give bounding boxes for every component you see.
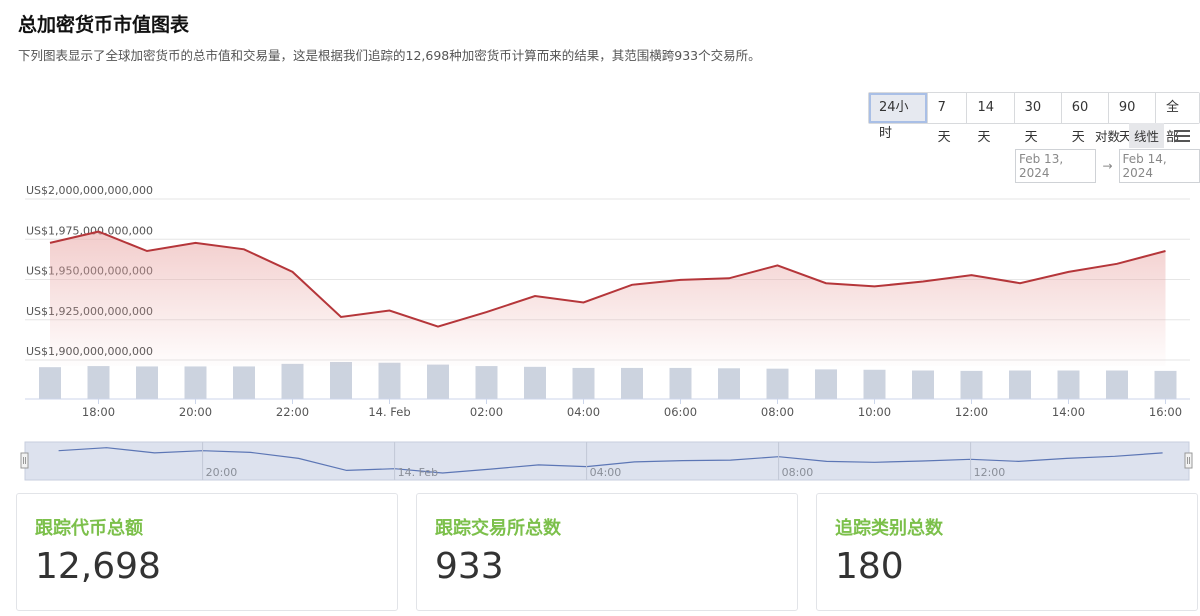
volume-bar xyxy=(475,366,498,399)
volume-bar xyxy=(669,367,692,399)
stat-card-tokens: 跟踪代币总额 12,698 xyxy=(16,493,398,611)
x-tick-label: 18:00 xyxy=(82,405,115,419)
x-axis: 18:00 20:00 22:00 14. Feb 02:00 04:00 06:00 08:… xyxy=(25,398,1190,419)
volume-bar xyxy=(1154,370,1177,399)
stat-value-tokens: 12,698 xyxy=(35,546,161,587)
navigator-tick-label: 08:00 xyxy=(782,466,814,479)
volume-bar xyxy=(281,363,304,399)
range-button-7d[interactable]: 7天 xyxy=(926,93,967,145)
x-tick-label: 12:00 xyxy=(955,405,988,419)
volume-bar xyxy=(912,370,934,399)
volume-bar xyxy=(87,366,110,399)
volume-bar xyxy=(427,364,449,399)
volume-bar xyxy=(621,367,643,399)
date-from-input[interactable]: Feb 13, 2024 xyxy=(1015,149,1097,183)
volume-bar xyxy=(184,366,207,399)
volume-bar xyxy=(572,367,595,399)
range-button-90d[interactable]: 90天 xyxy=(1107,93,1156,145)
range-button-24h[interactable]: 24小时 xyxy=(869,93,927,141)
volume-bar xyxy=(863,369,886,399)
stat-label-categories: 追踪类别总数 xyxy=(835,518,943,539)
x-tick-label: 02:00 xyxy=(470,405,503,419)
volume-bar xyxy=(39,367,61,399)
volume-bar xyxy=(815,369,837,399)
date-to-input[interactable]: Feb 14, 2024 xyxy=(1118,149,1200,183)
volume-bar xyxy=(330,362,352,399)
stat-value-exchanges: 933 xyxy=(435,546,504,587)
date-arrow: → xyxy=(1102,159,1113,173)
x-tick-label: 08:00 xyxy=(761,405,794,419)
stat-card-categories: 追踪类别总数 180 xyxy=(816,493,1198,611)
market-cap-area xyxy=(49,230,1166,366)
navigator-tick-label: 20:00 xyxy=(206,466,238,479)
page-subtitle: 下列图表显示了全球加密货币的总市值和交易量，这是根据我们追踪的12,698种加密… xyxy=(18,48,761,63)
volume-bar xyxy=(136,366,158,399)
y-tick-label: US$2,000,000,000,000 xyxy=(26,184,153,197)
x-tick-label: 16:00 xyxy=(1149,405,1182,419)
scale-toggle: 对数 线性 xyxy=(1090,123,1191,148)
volume-bar xyxy=(524,366,546,399)
navigator-tick-label: 04:00 xyxy=(590,466,622,479)
range-button-all[interactable]: 全部 xyxy=(1155,93,1200,145)
navigator-right-handle[interactable] xyxy=(1184,452,1193,469)
navigator-tick-label: 12:00 xyxy=(974,466,1006,479)
market-cap-area-fill xyxy=(50,231,1166,366)
range-navigator[interactable]: 20:00 14. Feb 04:00 08:00 12:00 xyxy=(20,441,1193,481)
navigator-tick-label: 14. Feb xyxy=(398,466,438,479)
volume-bar xyxy=(1009,370,1031,399)
market-cap-chart: US$1,900,000,000,000US$1,925,000,000,000… xyxy=(20,184,1193,481)
volume-bar xyxy=(1106,370,1128,399)
x-tick-label: 20:00 xyxy=(179,405,212,419)
volume-bar xyxy=(718,368,740,399)
x-tick-label: 14:00 xyxy=(1052,405,1085,419)
scale-log-button[interactable]: 对数 xyxy=(1090,123,1125,148)
x-tick-label: 06:00 xyxy=(664,405,697,419)
range-button-30d[interactable]: 30天 xyxy=(1013,93,1061,145)
volume-bar xyxy=(378,362,401,399)
range-button-60d[interactable]: 60天 xyxy=(1060,93,1108,145)
x-tick-label: 04:00 xyxy=(567,405,600,419)
date-range-picker: Feb 13, 2024 → Feb 14, 2024 xyxy=(1015,149,1200,183)
x-tick-label: 14. Feb xyxy=(368,405,410,419)
stat-label-exchanges: 跟踪交易所总数 xyxy=(435,518,561,539)
volume-bar xyxy=(233,366,255,399)
volume-bar xyxy=(766,368,789,399)
stat-label-tokens: 跟踪代币总额 xyxy=(35,518,143,539)
stat-value-categories: 180 xyxy=(835,546,904,587)
hamburger-menu-icon[interactable] xyxy=(1174,129,1191,143)
x-tick-label: 10:00 xyxy=(858,405,891,419)
volume-bar xyxy=(1057,370,1080,399)
page-title: 总加密货币市值图表 xyxy=(18,14,190,36)
volume-bar xyxy=(960,370,983,399)
navigator-left-handle[interactable] xyxy=(20,452,29,469)
volume-bars xyxy=(39,362,1177,399)
x-tick-label: 22:00 xyxy=(276,405,309,419)
time-range-selector: 24小时 7天 14天 30天 60天 90天 全部 xyxy=(868,92,1200,145)
stat-card-exchanges: 跟踪交易所总数 933 xyxy=(416,493,798,611)
scale-linear-button[interactable]: 线性 xyxy=(1129,123,1165,148)
range-button-14d[interactable]: 14天 xyxy=(966,93,1014,145)
